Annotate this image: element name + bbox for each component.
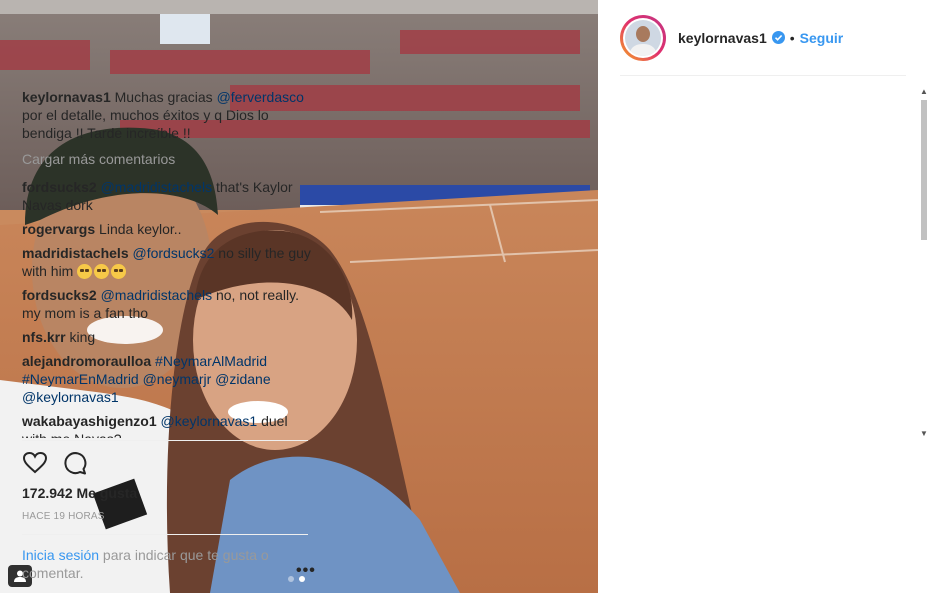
comment-mention[interactable]: @madridistachels [101,287,212,303]
likes-count[interactable]: 172.942 Me gusta [22,485,137,501]
heart-icon [23,452,47,474]
carousel-dot [288,576,294,582]
divider [22,534,308,535]
comment-mention[interactable]: @fordsucks2 [133,245,215,261]
post-details-panel: keylornavas1 • Seguir [598,0,930,593]
avatar-image [625,19,661,56]
comment-text: Linda keylor.. [95,221,182,237]
comment-username[interactable]: madridistachels [22,245,129,261]
caption-text: Muchas gracias [110,89,217,105]
comments-scrollbar[interactable]: ▲ ▼ [918,88,930,438]
caption-mention[interactable]: @ferverdasco [217,89,304,105]
grimacing-emoji-icon [77,264,93,279]
comment-text: king [65,329,96,345]
comment-username[interactable]: wakabayashigenzo1 [22,413,157,429]
comment-username[interactable]: rogervargs [22,221,95,237]
comment: alejandromoraulloa #NeymarAlMadrid #Neym… [22,352,316,406]
comments-list: keylornavas1 Muchas gracias @ferverdasco… [22,88,316,438]
follow-button[interactable]: Seguir [800,30,844,46]
scrollbar-thumb[interactable] [921,100,927,240]
post-header: keylornavas1 • Seguir [598,0,930,75]
likes-label: Me gusta [76,485,138,501]
caption-text: por el detalle, muchos éxitos y q Dios l… [22,107,269,141]
likes-number: 172.942 [22,485,73,501]
comment: fordsucks2 @madridistachels no, not real… [22,286,316,322]
header-separator: • [789,29,795,46]
login-prompt: Inicia sesión para indicar que te gusta … [22,546,282,582]
caption: keylornavas1 Muchas gracias @ferverdasco… [22,88,316,142]
more-options-button[interactable]: ••• [296,563,316,579]
grimacing-emoji-icon [94,264,110,279]
scroll-down-arrow-icon[interactable]: ▼ [920,430,928,438]
login-link[interactable]: Inicia sesión [22,547,99,563]
divider [620,75,906,76]
comment: rogervargs Linda keylor.. [22,220,316,238]
grimacing-emoji-icon [111,264,127,279]
divider [22,440,308,441]
comment: fordsucks2 @madridistachels that's Kaylo… [22,178,316,214]
scroll-up-arrow-icon[interactable]: ▲ [920,88,928,96]
post-timestamp: HACE 19 HORAS [22,511,105,522]
comment-mention[interactable]: @madridistachels [101,179,212,195]
comment-username[interactable]: fordsucks2 [22,179,97,195]
author-username[interactable]: keylornavas1 [678,30,767,46]
comment-username[interactable]: nfs.krr [22,329,66,345]
post-actions [22,450,88,476]
caption-username[interactable]: keylornavas1 [22,89,111,105]
load-more-comments-button[interactable]: Cargar más comentarios [22,150,316,168]
comment: madridistachels @fordsucks2 no silly the… [22,244,316,280]
comment: nfs.krr king [22,328,316,346]
comment: wakabayashigenzo1 @keylornavas1 duel wit… [22,412,316,438]
verified-badge-icon [771,31,785,44]
avatar[interactable] [620,14,666,61]
comment-bubble-icon [64,452,87,475]
comment-username[interactable]: alejandromoraulloa [22,353,151,369]
comment-button[interactable] [62,450,88,476]
like-button[interactable] [22,450,48,476]
comment-mention[interactable]: @keylornavas1 [161,413,258,429]
comment-username[interactable]: fordsucks2 [22,287,97,303]
